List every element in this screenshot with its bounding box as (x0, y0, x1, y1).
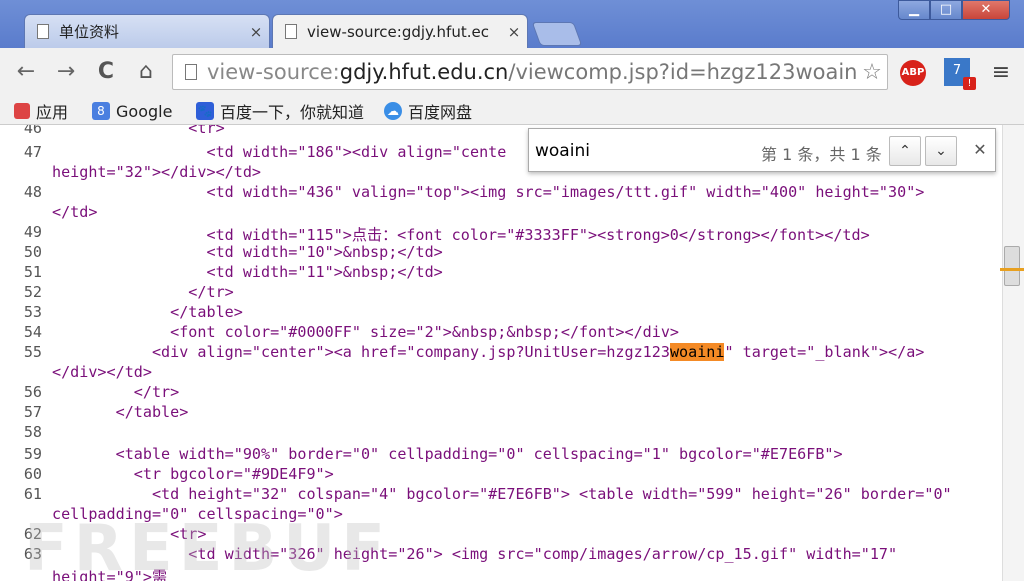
line-number: 58 (23, 423, 42, 441)
line-number: 52 (23, 283, 42, 301)
bookmark-apps[interactable]: 应用 (14, 99, 68, 123)
find-bar: 第 1 条，共 1 条 ⌃ ⌄ ✕ (528, 128, 996, 172)
page-icon (185, 64, 197, 80)
url-scheme: view-source: (207, 60, 340, 84)
url-path: /viewcomp.jsp?id=hzgz123woaini (508, 60, 857, 84)
find-result-marker (1000, 268, 1024, 271)
source-fragment: " target="_blank"></a> (724, 343, 925, 361)
line-number: 47 (23, 143, 42, 161)
source-line: </tr> (52, 283, 234, 301)
adblock-icon[interactable]: ABP (900, 60, 926, 86)
chevron-down-icon: ⌄ (935, 143, 947, 159)
bookmark-baidu[interactable]: 🐾 百度一下，你就知道 (196, 99, 364, 123)
source-line: </table> (52, 303, 243, 321)
line-number: 50 (23, 243, 42, 261)
source-line: </td> (52, 203, 98, 221)
line-number: 56 (23, 383, 42, 401)
baidu-paw-icon: 🐾 (196, 102, 214, 120)
line-number: 54 (23, 323, 42, 341)
alert-badge-icon: ! (963, 77, 976, 90)
tab-label: view-source:gdjy.hfut.ec (307, 22, 489, 41)
bookmark-baidu-pan[interactable]: ☁ 百度网盘 (384, 99, 472, 123)
close-window-button[interactable]: ✕ (962, 0, 1010, 20)
extension-icon[interactable]: 7! (944, 58, 976, 90)
find-previous-button[interactable]: ⌃ (889, 136, 921, 166)
tab-close-icon[interactable]: × (243, 23, 269, 41)
reload-icon[interactable]: C (92, 58, 120, 86)
tab-unit-info[interactable]: 单位资料 × (24, 14, 270, 48)
bookmarks-bar: 应用 8 Google 🐾 百度一下，你就知道 ☁ 百度网盘 (0, 98, 1024, 125)
google-icon: 8 (92, 102, 110, 120)
line-number: 57 (23, 403, 42, 421)
new-tab-button[interactable] (531, 22, 583, 46)
source-line: <tr> (52, 125, 225, 137)
bookmark-label: 百度网盘 (408, 103, 473, 122)
source-line: </div></td> (52, 363, 152, 381)
bookmark-label: 应用 (36, 103, 69, 122)
url-host: gdjy.hfut.edu.cn (339, 60, 509, 84)
menu-icon[interactable]: ≡ (988, 60, 1014, 86)
vertical-scrollbar[interactable] (1002, 125, 1024, 581)
line-number: 51 (23, 263, 42, 281)
forward-icon[interactable]: → (52, 58, 80, 86)
extension-label: 7 (952, 63, 962, 78)
cloud-icon: ☁ (384, 102, 402, 120)
tab-view-source[interactable]: view-source:gdjy.hfut.ec × (272, 14, 528, 48)
apps-icon (14, 103, 30, 119)
source-line: <td width="115">点击：<font color="#3333FF"… (52, 226, 870, 244)
home-icon[interactable]: ⌂ (132, 58, 160, 86)
source-line: <font color="#0000FF" size="2">&nbsp;&nb… (52, 323, 680, 341)
line-number: 55 (23, 343, 42, 361)
back-icon[interactable]: ← (12, 58, 40, 86)
source-line: <tr bgcolor="#9DE4F9"> (52, 465, 334, 483)
line-number: 53 (23, 303, 42, 321)
line-number: 49 (23, 223, 42, 241)
line-number: 59 (23, 445, 42, 463)
source-line: <table width="90%" border="0" cellpaddin… (52, 445, 843, 463)
find-highlight: woaini (669, 343, 725, 361)
tab-close-icon[interactable]: × (501, 23, 527, 41)
source-line: <td width="186"><div align="cente (52, 143, 507, 161)
source-line: height="32"></div></td> (52, 163, 262, 181)
address-bar[interactable]: view-source:gdjy.hfut.edu.cn/viewcomp.js… (172, 54, 888, 90)
source-line: <div align="center"><a href="company.jsp… (52, 343, 924, 361)
source-line: </tr> (52, 383, 180, 401)
bookmark-star-icon[interactable]: ☆ (857, 60, 887, 85)
source-line: <td width="436" valign="top"><img src="i… (52, 183, 925, 201)
maximize-button[interactable]: □ (930, 0, 962, 20)
find-close-icon[interactable]: ✕ (969, 139, 991, 161)
scrollbar-thumb[interactable] (1004, 246, 1020, 286)
chevron-up-icon: ⌃ (899, 143, 911, 159)
source-line: <td width="10">&nbsp;</td> (52, 243, 443, 261)
url-text[interactable]: view-source:gdjy.hfut.edu.cn/viewcomp.js… (207, 60, 857, 84)
page-icon (285, 24, 297, 39)
tab-label: 单位资料 (59, 23, 120, 41)
minimize-button[interactable]: ▁ (898, 0, 930, 20)
find-next-button[interactable]: ⌄ (925, 136, 957, 166)
watermark: FREEBUF (24, 512, 391, 586)
bookmark-label: Google (116, 101, 173, 121)
line-number: 60 (23, 465, 42, 483)
bookmark-label: 百度一下，你就知道 (220, 103, 365, 122)
line-number: 46 (23, 125, 42, 137)
page-icon (37, 24, 49, 39)
bookmark-google[interactable]: 8 Google (92, 99, 172, 123)
source-line: <td width="11">&nbsp;</td> (52, 263, 443, 281)
find-match-count: 第 1 条，共 1 条 (761, 145, 882, 164)
source-fragment: <div align="center"><a href="company.jsp… (52, 343, 670, 361)
line-number: 61 (23, 485, 42, 503)
source-line: </table> (52, 403, 189, 421)
source-line: <td height="32" colspan="4" bgcolor="#E7… (52, 485, 952, 503)
line-number: 48 (23, 183, 42, 201)
